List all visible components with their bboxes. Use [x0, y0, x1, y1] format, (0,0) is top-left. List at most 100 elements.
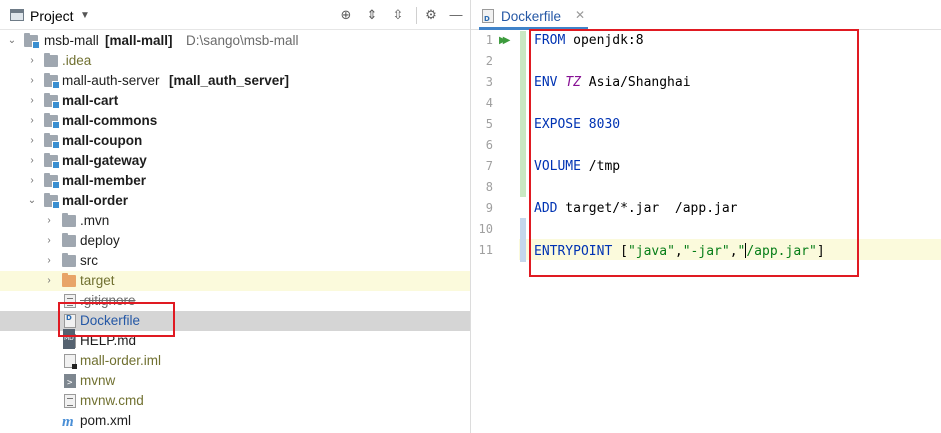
tree-item-label: mall-auth-server: [62, 73, 160, 88]
text-file-icon: [64, 394, 76, 408]
collapse-all-icon[interactable]: ⇳: [390, 7, 406, 23]
vcs-added-marker[interactable]: [520, 31, 526, 197]
line-number: 6: [485, 138, 493, 152]
chevron-down-icon[interactable]: ▼: [80, 10, 90, 21]
tree-row-mvn[interactable]: › .mvn: [0, 211, 470, 231]
maven-icon: m: [62, 414, 74, 430]
module-folder-icon: [44, 133, 60, 149]
tree-row-mall-member[interactable]: › mall-member: [0, 171, 470, 191]
folder-icon: [62, 253, 76, 267]
dockerfile-icon: [482, 9, 494, 23]
chevron-right-icon[interactable]: ›: [27, 71, 37, 91]
project-window-icon: [10, 9, 24, 21]
editor-tab-bar: Dockerfile ✕: [471, 0, 941, 30]
chevron-right-icon[interactable]: ›: [27, 171, 37, 191]
root-path: D:\sango\msb-mall: [186, 33, 299, 48]
tree-row-mall-gateway[interactable]: › mall-gateway: [0, 151, 470, 171]
root-name: msb-mall: [44, 33, 99, 48]
terminal-icon: [64, 373, 76, 393]
chevron-right-icon[interactable]: ›: [27, 51, 37, 71]
line-number: 3: [485, 75, 493, 89]
tree-row-mall-cart[interactable]: › mall-cart: [0, 91, 470, 111]
project-tool-window: Project ▼ ⊕ ⇕ ⇳ ⚙ — ⌄ msb-mall [mall-mal…: [0, 0, 470, 433]
project-panel-header: Project ▼ ⊕ ⇕ ⇳ ⚙ —: [0, 0, 470, 30]
tree-item-label: .idea: [62, 53, 92, 68]
tree-row-mall-commons[interactable]: › mall-commons: [0, 111, 470, 131]
excluded-folder-icon: [62, 273, 76, 287]
tree-row-idea[interactable]: › .idea: [0, 51, 470, 71]
tree-row-mvnw[interactable]: mvnw: [0, 371, 470, 393]
tree-item-label: mall-cart: [62, 93, 119, 108]
module-file-icon: [64, 354, 77, 369]
tree-item-label: mall-order.iml: [80, 353, 162, 368]
tab-label: Dockerfile: [501, 9, 562, 24]
tree-row-mall-auth-server[interactable]: › mall-auth-server [mall_auth_server]: [0, 71, 470, 91]
chevron-right-icon[interactable]: ›: [44, 271, 54, 291]
tab-dockerfile[interactable]: Dockerfile ✕: [479, 2, 588, 30]
tree-item-module: [mall_auth_server]: [169, 73, 290, 88]
tree-row-deploy[interactable]: › deploy: [0, 231, 470, 251]
line-number: 4: [485, 96, 493, 110]
run-icon[interactable]: ▶▶: [499, 35, 511, 46]
tree-item-label: mall-commons: [62, 113, 158, 128]
line-number: 1: [485, 33, 493, 47]
chevron-right-icon[interactable]: ›: [44, 231, 54, 251]
vcs-modified-marker[interactable]: [520, 218, 526, 262]
line-number: 5: [485, 117, 493, 131]
module-folder-icon: [44, 113, 60, 129]
close-icon[interactable]: ✕: [575, 8, 585, 22]
line-number: 11: [478, 243, 493, 257]
tree-row-src[interactable]: › src: [0, 251, 470, 271]
line-number: 2: [485, 54, 493, 68]
header-divider: [416, 7, 417, 24]
root-module: [mall-mall]: [105, 33, 173, 48]
module-folder-icon: [44, 73, 60, 89]
annotation-box-code: [529, 29, 859, 277]
line-number: 8: [485, 180, 493, 194]
module-folder-icon: [44, 93, 60, 109]
chevron-right-icon[interactable]: ›: [27, 111, 37, 131]
folder-icon: [62, 233, 76, 247]
tree-item-label: mvnw.cmd: [80, 393, 144, 408]
tree-item-label: pom.xml: [80, 413, 132, 428]
module-folder-icon: [44, 173, 60, 189]
chevron-right-icon[interactable]: ›: [44, 251, 54, 271]
chevron-right-icon[interactable]: ›: [44, 211, 54, 231]
tree-item-label: src: [80, 253, 98, 268]
chevron-right-icon[interactable]: ›: [27, 131, 37, 151]
line-number: 10: [478, 222, 493, 236]
project-panel-title[interactable]: Project: [30, 8, 74, 24]
tree-row-root[interactable]: ⌄ msb-mall [mall-mall] D:\sango\msb-mall: [0, 31, 470, 51]
line-number: 9: [485, 201, 493, 215]
editor-panel: Dockerfile ✕ 1 ▶▶ 2 3 4 5 6 7 8 9 10 11 …: [470, 0, 941, 433]
tree-item-label: mall-gateway: [62, 153, 147, 168]
chevron-right-icon[interactable]: ›: [27, 151, 37, 171]
crosshair-icon[interactable]: ⊕: [338, 7, 354, 23]
folder-icon: [62, 213, 76, 227]
line-number: 7: [485, 159, 493, 173]
tree-row-iml[interactable]: mall-order.iml: [0, 351, 470, 371]
module-folder-icon: [44, 153, 60, 169]
folder-icon: [44, 53, 58, 67]
tree-row-target[interactable]: › target: [0, 271, 470, 291]
tree-item-label: mvnw: [80, 373, 116, 388]
tree-item-label: mall-member: [62, 173, 147, 188]
tree-row-mvnw-cmd[interactable]: mvnw.cmd: [0, 391, 470, 411]
annotation-box-dockerfile: [58, 302, 175, 337]
tree-item-label: mall-coupon: [62, 133, 143, 148]
module-folder-icon: [24, 33, 40, 49]
chevron-down-icon[interactable]: ⌄: [7, 31, 17, 51]
tree-row-mall-coupon[interactable]: › mall-coupon: [0, 131, 470, 151]
tree-item-label: deploy: [80, 233, 120, 248]
tree-item-label: target: [80, 273, 115, 288]
tree-row-mall-order[interactable]: ⌄ mall-order: [0, 191, 470, 211]
tree-item-label: .mvn: [80, 213, 110, 228]
gear-icon[interactable]: ⚙: [423, 7, 439, 23]
tree-item-label: mall-order: [62, 193, 129, 208]
module-folder-icon: [44, 193, 60, 209]
minimize-icon[interactable]: —: [448, 7, 464, 23]
tree-row-pom[interactable]: m pom.xml: [0, 411, 470, 431]
chevron-down-icon[interactable]: ⌄: [27, 191, 37, 211]
expand-all-icon[interactable]: ⇕: [364, 7, 380, 23]
chevron-right-icon[interactable]: ›: [27, 91, 37, 111]
